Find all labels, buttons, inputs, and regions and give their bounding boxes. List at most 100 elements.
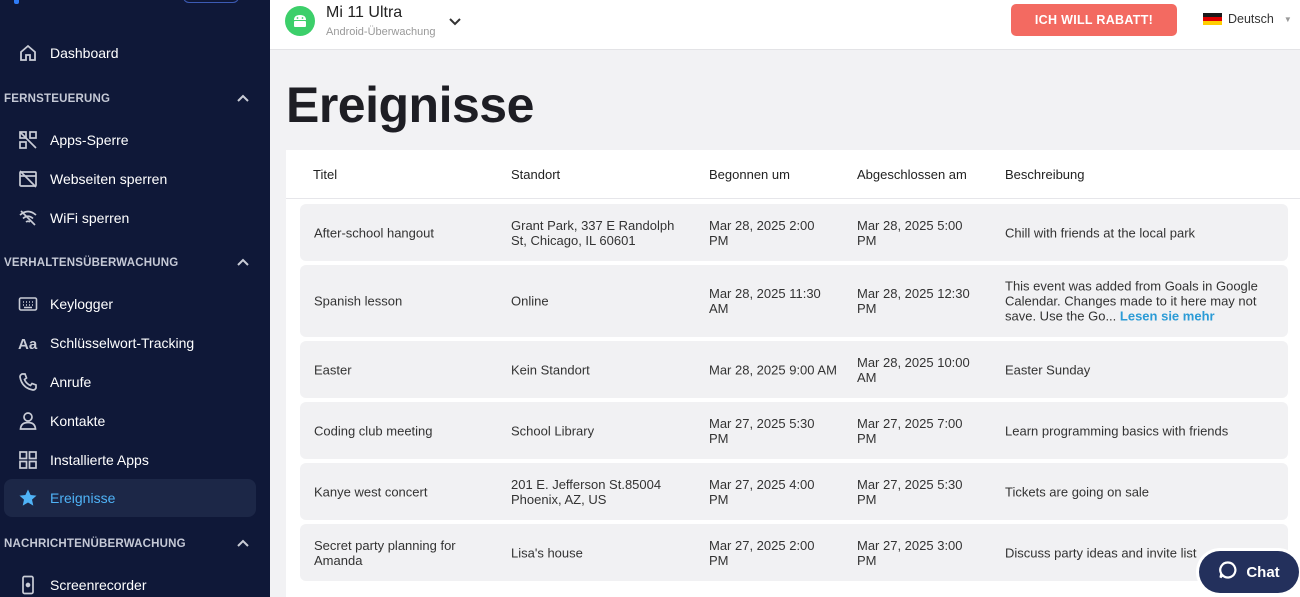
page-title: Ereignisse xyxy=(286,77,534,133)
cell-location: Online xyxy=(511,293,549,309)
cell-end: Mar 27, 2025 5:30 PM xyxy=(857,476,963,507)
cell-title: Secret party planning for Amanda xyxy=(314,537,456,568)
events-table: Titel Standort Begonnen um Abgeschlossen… xyxy=(286,150,1300,597)
section-label: NACHRICHTENÜBERWACHUNG xyxy=(4,538,186,550)
german-flag-icon xyxy=(1203,12,1222,26)
cell-start: Mar 28, 2025 9:00 AM xyxy=(709,362,837,377)
keyboard-icon xyxy=(6,294,50,314)
logo-fragment xyxy=(14,0,19,4)
sidebar-item-label: Schlüsselwort-Tracking xyxy=(50,335,195,351)
discount-button[interactable]: ICH WILL RABATT! xyxy=(1011,4,1177,36)
section-label: VERHALTENSÜBERWACHUNG xyxy=(4,257,179,269)
sidebar-item-keylogger[interactable]: Keylogger xyxy=(4,285,256,323)
cell-location: 201 E. Jefferson St.85004 Phoenix, AZ, U… xyxy=(511,476,662,507)
phone-icon xyxy=(6,372,50,392)
cell-title: Easter xyxy=(314,362,352,377)
language-label: Deutsch xyxy=(1228,12,1274,26)
cell-description: Tickets are going on sale xyxy=(1005,484,1275,499)
sidebar-item-webseiten[interactable]: Webseiten sperren xyxy=(4,160,256,198)
cell-end: Mar 28, 2025 12:30 PM xyxy=(857,286,970,316)
column-header: Abgeschlossen am xyxy=(857,167,967,182)
column-header: Standort xyxy=(511,167,561,182)
sidebar-item-kontakte[interactable]: Kontakte xyxy=(4,402,256,440)
cell-location: Lisa's house xyxy=(511,545,583,560)
chat-bubble-icon xyxy=(1218,560,1238,584)
column-header: Titel xyxy=(313,167,338,182)
caret-down-icon: ▼ xyxy=(1283,14,1292,24)
sidebar-item-label: Apps-Sperre xyxy=(50,132,129,148)
cell-start: Mar 27, 2025 2:00 PM xyxy=(709,537,815,568)
section-fernsteuerung[interactable]: FERNSTEUERUNG xyxy=(4,88,256,110)
table-header: Titel Standort Begonnen um Abgeschlossen… xyxy=(286,150,1300,199)
sidebar-item-label: Kontakte xyxy=(50,413,106,429)
sidebar-item-dashboard[interactable]: Dashboard xyxy=(4,34,256,72)
top-header: Mi 11 Ultra Android-Überwachung ICH WILL… xyxy=(270,0,1300,50)
cell-end: Mar 28, 2025 10:00 AM xyxy=(857,354,970,385)
chevron-up-icon[interactable] xyxy=(236,90,250,108)
description-text: Tickets are going on sale xyxy=(1005,484,1150,499)
sidebar-item-ereignisse[interactable]: Ereignisse xyxy=(4,479,256,517)
web-block-icon xyxy=(6,169,50,189)
table-row[interactable]: Secret party planning for Amanda Lisa's … xyxy=(300,524,1288,581)
cell-description: Chill with friends at the local park xyxy=(1005,225,1275,240)
sidebar-item-label: WiFi sperren xyxy=(50,210,130,226)
section-label: FERNSTEUERUNG xyxy=(4,93,111,105)
column-header: Beschreibung xyxy=(1005,167,1085,182)
sidebar-item-label: Installierte Apps xyxy=(50,452,149,468)
cell-title: Coding club meeting xyxy=(314,423,433,438)
chat-button[interactable]: Chat xyxy=(1199,551,1299,593)
read-more-link[interactable]: Lesen sie mehr xyxy=(1120,309,1215,324)
apps-grid-icon xyxy=(6,450,50,470)
home-icon xyxy=(6,43,50,63)
cell-location: Kein Standort xyxy=(511,362,590,377)
sidebar-item-anrufe[interactable]: Anrufe xyxy=(4,363,256,401)
person-icon xyxy=(6,411,50,431)
sidebar-item-label: Screenrecorder xyxy=(50,577,147,593)
wifi-off-icon xyxy=(6,208,50,228)
svg-text:Aa: Aa xyxy=(18,336,38,353)
cell-location: Grant Park, 337 E Randolph St, Chicago, … xyxy=(511,217,675,248)
sidebar-item-keyword[interactable]: Aa Schlüsselwort-Tracking xyxy=(4,324,256,362)
description-text: Easter Sunday xyxy=(1005,362,1091,377)
table-row[interactable]: Kanye west concert 201 E. Jefferson St.8… xyxy=(300,463,1288,520)
chevron-down-icon[interactable] xyxy=(448,14,462,32)
section-verhalten[interactable]: VERHALTENSÜBERWACHUNG xyxy=(4,252,256,274)
sidebar-item-screenrecorder[interactable]: Screenrecorder xyxy=(4,566,256,597)
table-row[interactable]: Coding club meeting School Library Mar 2… xyxy=(300,402,1288,459)
cell-title: After-school hangout xyxy=(314,225,434,240)
sidebar-top-button[interactable] xyxy=(183,0,239,3)
sidebar-item-label: Anrufe xyxy=(50,374,92,390)
sidebar-item-apps-sperre[interactable]: Apps-Sperre xyxy=(4,121,256,159)
sidebar-item-label: Webseiten sperren xyxy=(50,171,168,187)
android-icon xyxy=(285,6,315,36)
text-aa-icon: Aa xyxy=(6,333,50,353)
chevron-up-icon[interactable] xyxy=(236,535,250,553)
cell-start: Mar 27, 2025 5:30 PM xyxy=(709,415,815,446)
table-row[interactable]: After-school hangout Grant Park, 337 E R… xyxy=(300,204,1288,261)
chat-label: Chat xyxy=(1246,563,1280,581)
table-row[interactable]: Easter Kein Standort Mar 28, 2025 9:00 A… xyxy=(300,341,1288,398)
sidebar-item-wifi[interactable]: WiFi sperren xyxy=(4,199,256,237)
cell-location: School Library xyxy=(511,423,595,438)
cell-title: Kanye west concert xyxy=(314,484,428,499)
sidebar-item-label: Dashboard xyxy=(50,45,119,61)
description-text: Discuss party ideas and invite list xyxy=(1005,545,1197,560)
section-nachrichten[interactable]: NACHRICHTENÜBERWACHUNG xyxy=(4,533,256,555)
table-row[interactable]: Spanish lesson Online Mar 28, 2025 11:30… xyxy=(300,265,1288,337)
cell-description: Easter Sunday xyxy=(1005,362,1275,377)
cell-description: This event was added from Goals in Googl… xyxy=(1005,279,1275,324)
sidebar-item-label: Ereignisse xyxy=(50,490,116,506)
sidebar-item-installierte[interactable]: Installierte Apps xyxy=(4,441,256,479)
description-text: Chill with friends at the local park xyxy=(1005,225,1196,240)
device-name[interactable]: Mi 11 Ultra xyxy=(326,4,402,22)
chevron-up-icon[interactable] xyxy=(236,254,250,272)
cell-start: Mar 28, 2025 2:00 PM xyxy=(709,217,815,248)
cell-end: Mar 28, 2025 5:00 PM xyxy=(857,217,963,248)
cell-start: Mar 27, 2025 4:00 PM xyxy=(709,476,815,507)
language-selector[interactable]: Deutsch ▼ xyxy=(1203,12,1292,26)
cell-title: Spanish lesson xyxy=(314,293,403,309)
sidebar: Dashboard FERNSTEUERUNG Apps-Sperre Webs… xyxy=(0,0,270,597)
device-subtitle: Android-Überwachung xyxy=(326,26,436,38)
cell-end: Mar 27, 2025 7:00 PM xyxy=(857,415,963,446)
cell-start: Mar 28, 2025 11:30 AM xyxy=(709,286,821,316)
